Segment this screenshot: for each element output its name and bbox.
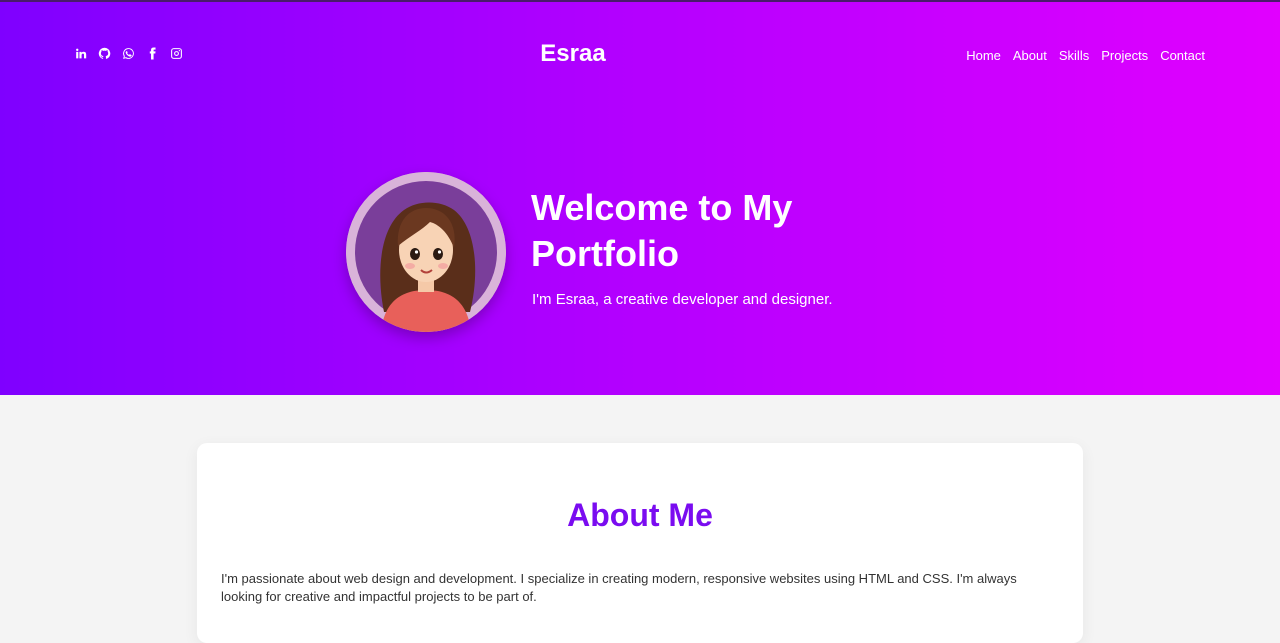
main-nav: Home About Skills Projects Contact <box>966 48 1205 63</box>
about-heading: About Me <box>567 497 713 533</box>
nav-about[interactable]: About <box>1013 48 1047 63</box>
profile-avatar <box>346 172 506 332</box>
nav-projects[interactable]: Projects <box>1101 48 1148 63</box>
hero-title: Welcome to My Portfolio <box>531 187 793 274</box>
hero-section: Esraa Home About Skills Projects Contact <box>0 0 1280 395</box>
nav-contact[interactable]: Contact <box>1160 48 1205 63</box>
nav-skills[interactable]: Skills <box>1059 48 1089 63</box>
hero-subtitle: I'm Esraa, a creative developer and desi… <box>532 291 833 308</box>
about-text: I'm passionate about web design and deve… <box>221 571 1017 604</box>
about-card: About Me I'm passionate about web design… <box>197 443 1083 643</box>
nav-home[interactable]: Home <box>966 48 1001 63</box>
